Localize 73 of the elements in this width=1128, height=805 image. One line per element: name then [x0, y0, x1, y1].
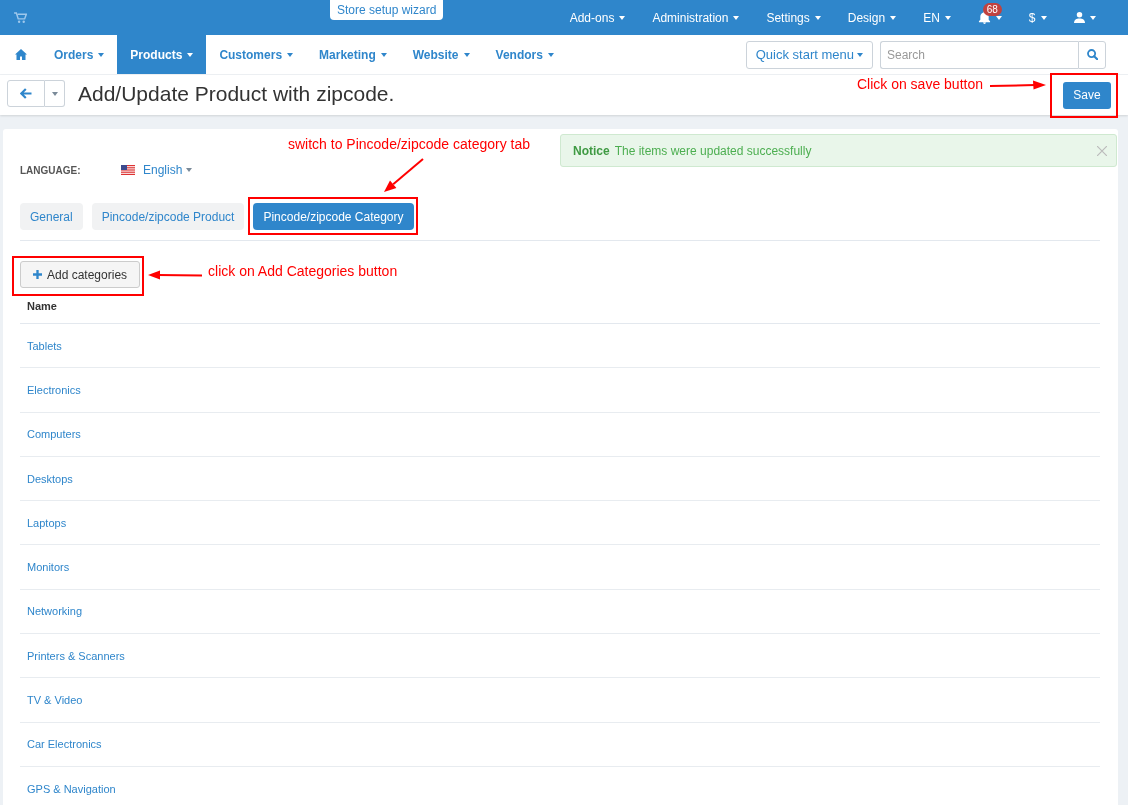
quick-start-menu-button[interactable]: Quick start menu: [745, 40, 873, 69]
nav-menu-item[interactable]: Vendors: [482, 35, 567, 74]
page-title: Add/Update Product with zipcode.: [78, 81, 395, 106]
notice-message: The items were updated successfully: [614, 143, 812, 158]
language-label: LANGUAGE:: [20, 164, 82, 176]
annotation-text: click on Add Categories button: [208, 262, 398, 279]
caret-icon: [1040, 15, 1047, 20]
column-header: Name: [27, 300, 57, 312]
dropdown-button[interactable]: [45, 80, 65, 107]
caret-icon: [995, 15, 1002, 20]
caret-icon: [619, 15, 626, 20]
caret-icon: [1089, 15, 1096, 20]
caret-icon: [814, 15, 821, 20]
back-arrow-icon: [20, 88, 32, 99]
arrow-icon: [990, 80, 1046, 90]
notifications-button[interactable]: 68: [964, 0, 1016, 35]
add-categories-button[interactable]: Add categories: [20, 261, 141, 288]
category-link[interactable]: TV & Video: [27, 694, 83, 706]
caret-icon: [98, 52, 105, 57]
annotation-text: Click on save button: [856, 76, 983, 92]
top-menu-item[interactable]: EN: [909, 0, 965, 35]
category-link[interactable]: Computers: [27, 428, 81, 441]
nav-menu-item[interactable]: Customers: [206, 35, 307, 74]
caret-icon: [944, 15, 951, 20]
nav-menu-item[interactable]: Website: [399, 35, 483, 74]
currency-menu[interactable]: $: [1015, 0, 1060, 35]
language-dropdown[interactable]: English: [121, 163, 193, 177]
cart-icon[interactable]: [14, 12, 27, 23]
notice-title: Notice: [573, 143, 610, 158]
top-menu-item[interactable]: Settings: [752, 0, 835, 35]
caret-icon: [187, 52, 194, 57]
nav-menu-item[interactable]: Marketing: [306, 35, 400, 74]
search-field[interactable]: Search: [880, 40, 1078, 69]
back-button[interactable]: [7, 80, 45, 107]
category-link[interactable]: GPS & Navigation: [27, 782, 116, 795]
category-link[interactable]: Monitors: [27, 561, 70, 574]
setup-wizard-button[interactable]: Store setup wizard: [330, 0, 444, 20]
top-menu-item[interactable]: Design: [834, 0, 910, 35]
category-link[interactable]: Tablets: [27, 339, 62, 352]
save-button[interactable]: Save: [1063, 81, 1111, 109]
close-icon: [1097, 145, 1107, 156]
tab[interactable]: General: [20, 203, 83, 230]
plus-icon: [33, 270, 42, 279]
caret-icon: [287, 52, 294, 57]
caret-icon: [463, 52, 470, 57]
caret-icon: [857, 52, 863, 57]
search-icon: [1086, 49, 1098, 60]
arrow-icon: [382, 158, 424, 194]
tab[interactable]: Pincode/zipcode Product: [91, 203, 245, 230]
user-icon: [1073, 12, 1085, 23]
caret-icon: [380, 52, 387, 57]
caret-icon: [51, 91, 58, 96]
nav-menu-item[interactable]: Orders: [41, 35, 118, 74]
top-menu-item[interactable]: Add-ons: [556, 0, 639, 35]
tab[interactable]: Pincode/zipcode Category: [253, 203, 414, 230]
category-link[interactable]: Car Electronics: [27, 738, 102, 751]
category-link[interactable]: Laptops: [27, 516, 67, 529]
annotation-text: switch to Pincode/zipcode category tab: [288, 136, 531, 152]
caret-icon: [733, 15, 740, 20]
category-link[interactable]: Desktops: [27, 472, 73, 485]
caret-icon: [890, 15, 897, 20]
search-button[interactable]: [1078, 40, 1106, 69]
home-icon: [15, 49, 27, 60]
flag-icon: [121, 165, 135, 175]
category-link[interactable]: Printers & Scanners: [27, 649, 125, 662]
category-link[interactable]: Electronics: [27, 383, 81, 396]
top-menu-item[interactable]: Administration: [638, 0, 753, 35]
category-link[interactable]: Networking: [27, 605, 83, 618]
notification-badge: 68: [982, 3, 1002, 16]
caret-icon: [186, 168, 193, 172]
arrow-icon: [148, 269, 203, 280]
caret-icon: [547, 52, 554, 57]
nav-menu-item[interactable]: Products: [117, 35, 207, 74]
